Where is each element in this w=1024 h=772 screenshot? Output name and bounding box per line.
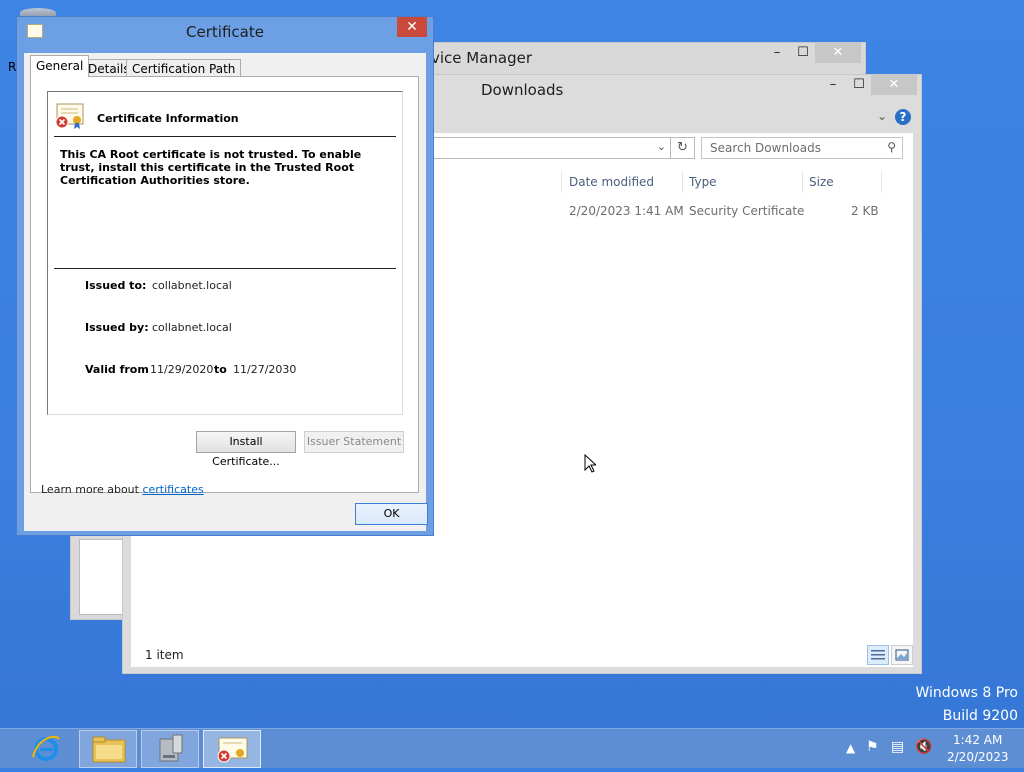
cell-date-modified: 2/20/2023 1:41 AM: [569, 204, 684, 218]
device-manager-title: vice Manager: [431, 49, 533, 67]
chevron-down-icon[interactable]: ⌄: [657, 140, 666, 153]
column-size[interactable]: Size: [809, 175, 834, 189]
details-view-icon: [871, 650, 885, 660]
minimize-button[interactable]: –: [763, 43, 791, 63]
refresh-button[interactable]: ↻: [671, 137, 695, 159]
certificate-info-box: Certificate Information This CA Root cer…: [47, 91, 403, 415]
install-certificate-button[interactable]: Install Certificate...: [196, 431, 296, 468]
large-icons-view-icon: [895, 649, 909, 661]
close-button[interactable]: ✕: [871, 75, 917, 95]
valid-from-label: Valid from: [85, 363, 149, 376]
issued-by-label: Issued by:: [85, 321, 149, 334]
taskbar-file-explorer[interactable]: [79, 730, 137, 768]
volume-muted-icon[interactable]: 🔇: [915, 739, 932, 755]
cell-type: Security Certificate: [689, 204, 805, 218]
search-placeholder: Search Downloads: [710, 141, 821, 155]
minimize-button[interactable]: –: [819, 75, 847, 95]
taskbar: ▲ ⚑ ▤ 🔇 1:42 AM 2/20/2023: [0, 728, 1024, 768]
certificate-info-heading: Certificate Information: [97, 112, 239, 125]
desktop: R vice Manager – ☐ ✕ Downloads – ☐ ✕ ⌄ ?…: [0, 0, 1024, 728]
maximize-button[interactable]: ☐: [789, 43, 817, 63]
issued-by-value: collabnet.local: [152, 321, 232, 334]
maximize-button[interactable]: ☐: [845, 75, 873, 95]
os-edition-watermark: Windows 8 Pro: [915, 685, 1018, 701]
certificate-dialog-title: Certificate: [186, 23, 264, 41]
clock-date[interactable]: 2/20/2023: [947, 750, 1009, 764]
help-icon[interactable]: ?: [895, 109, 911, 125]
certificate-untrusted-icon: [55, 103, 84, 129]
details-view-button[interactable]: [867, 645, 889, 665]
action-center-flag-icon[interactable]: ⚑: [866, 739, 879, 755]
divider: [54, 136, 396, 137]
valid-to-label: to: [214, 363, 227, 376]
valid-to-value: 11/27/2030: [233, 363, 297, 376]
issuer-statement-button[interactable]: Issuer Statement: [304, 431, 404, 453]
folder-icon: [92, 736, 126, 763]
network-icon[interactable]: ▤: [891, 739, 904, 755]
column-separator: [682, 171, 683, 193]
column-separator: [561, 171, 562, 193]
taskbar-certificate[interactable]: [203, 730, 261, 768]
learn-more-text: Learn more about certificates: [41, 483, 204, 496]
column-separator: [881, 171, 882, 193]
tab-general[interactable]: General: [30, 55, 90, 77]
show-hidden-icons-icon[interactable]: ▲: [846, 741, 855, 755]
cell-size: 2 KB: [851, 204, 879, 218]
tab-certification-path[interactable]: Certification Path: [126, 59, 242, 77]
search-icon: ⚲: [887, 140, 896, 154]
column-type[interactable]: Type: [689, 175, 717, 189]
close-button[interactable]: ✕: [815, 43, 861, 63]
internet-explorer-icon[interactable]: [30, 732, 62, 764]
downloads-title: Downloads: [481, 81, 564, 99]
large-icons-view-button[interactable]: [891, 645, 913, 665]
mouse-cursor-icon: [584, 454, 596, 473]
status-bar: 1 item: [131, 643, 913, 667]
valid-from-value: 11/29/2020: [150, 363, 214, 376]
search-input[interactable]: Search Downloads ⚲: [701, 137, 903, 159]
close-button[interactable]: ✕: [397, 17, 427, 37]
device-manager-icon: [159, 734, 183, 762]
taskbar-device-manager[interactable]: [141, 730, 199, 768]
item-count: 1 item: [145, 648, 184, 662]
trust-warning: This CA Root certificate is not trusted.…: [60, 148, 362, 187]
learn-more-prefix: Learn more about: [41, 483, 143, 496]
expand-ribbon-icon[interactable]: ⌄: [877, 109, 887, 123]
clock-time[interactable]: 1:42 AM: [953, 733, 1002, 747]
column-date-modified[interactable]: Date modified: [569, 175, 654, 189]
certificate-icon: [217, 737, 248, 763]
device-tree-pane: [79, 539, 125, 615]
certificate-dialog: Certificate ✕ General Details Certificat…: [16, 16, 434, 536]
issued-to-value: collabnet.local: [152, 279, 232, 292]
column-separator: [802, 171, 803, 193]
ok-button[interactable]: OK: [355, 503, 428, 525]
general-tab-panel: Certificate Information This CA Root cer…: [30, 76, 419, 496]
divider: [54, 268, 396, 269]
certificates-link[interactable]: certificates: [142, 483, 203, 496]
issued-to-label: Issued to:: [85, 279, 147, 292]
os-build-watermark: Build 9200: [942, 708, 1018, 724]
certificate-dialog-body: General Details Certification Path Certi…: [24, 53, 428, 531]
